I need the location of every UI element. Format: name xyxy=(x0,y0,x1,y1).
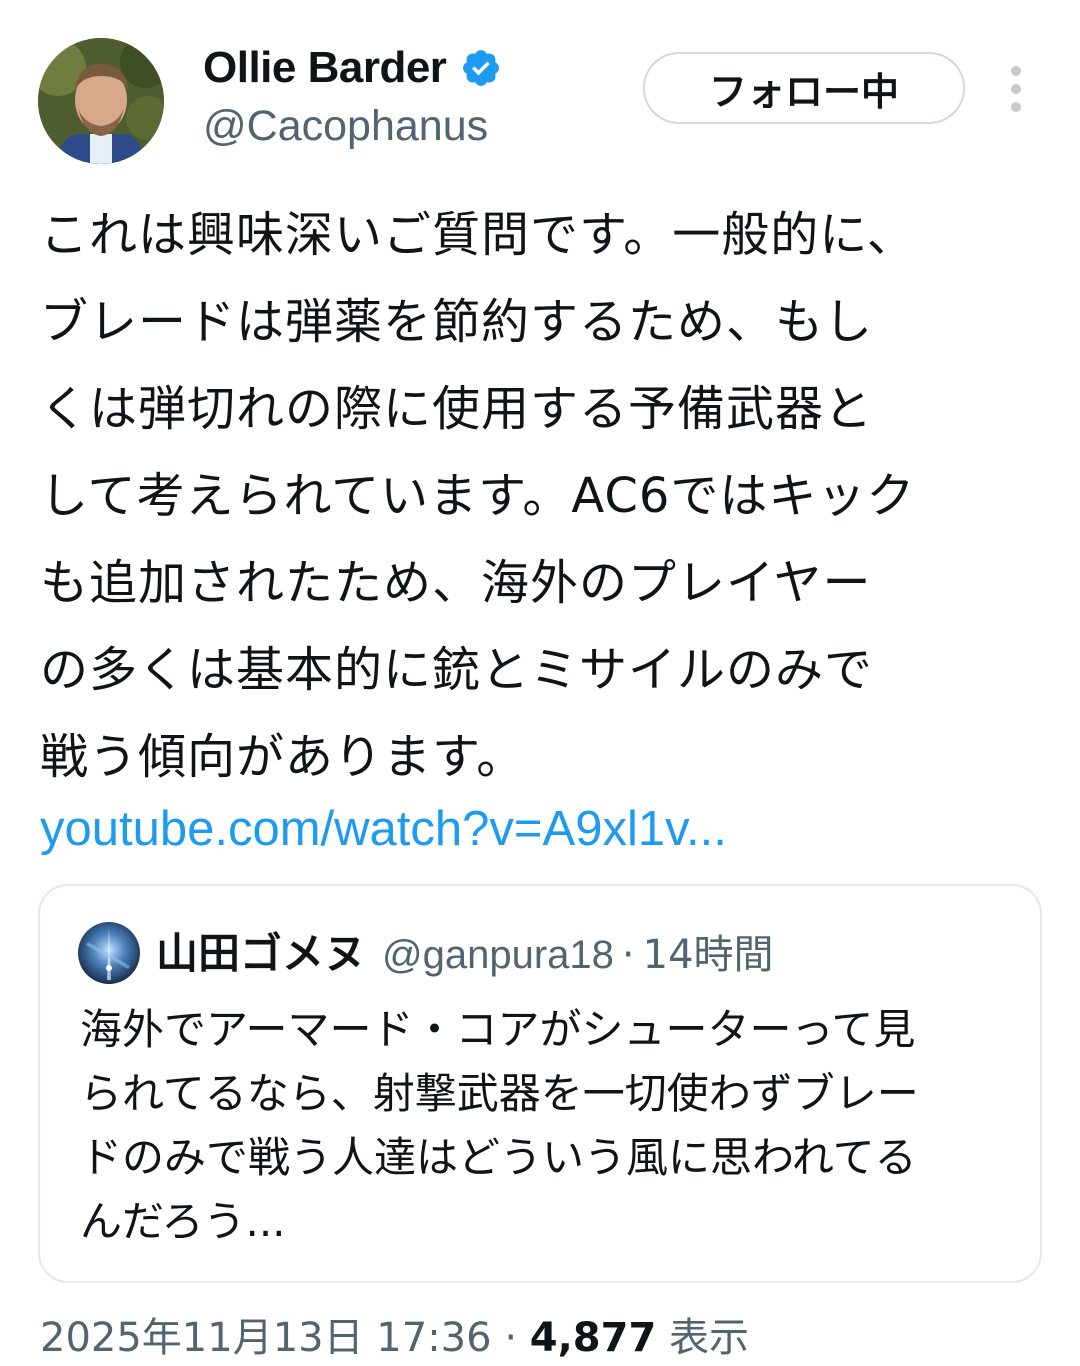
verified-badge-icon xyxy=(463,50,500,86)
quoted-tweet-header: 山田ゴメヌ @ganpura18 · 14時間 xyxy=(156,924,774,985)
tweet-meta: 2025年11月13日 17:36 · 4,877 表示 xyxy=(40,1310,749,1366)
views-label: 表示 xyxy=(669,1315,749,1361)
tweet-body-text: これは興味深いご質問です。一般的に、 ブレードは弾薬を節約するため、もし くは弾… xyxy=(40,207,916,785)
author-avatar[interactable] xyxy=(38,38,164,164)
quoted-separator: · xyxy=(621,932,635,978)
following-button[interactable]: フォロー中 xyxy=(643,52,965,124)
author-display-name[interactable]: Ollie Barder xyxy=(203,40,447,96)
views-count: 4,877 xyxy=(529,1315,657,1361)
more-options-icon[interactable] xyxy=(996,62,1036,118)
meta-separator: · xyxy=(504,1315,518,1361)
author-name-row: Ollie Barder xyxy=(203,40,502,96)
author-handle[interactable]: @Cacophanus xyxy=(203,98,488,154)
quoted-tweet-card[interactable]: 山田ゴメヌ @ganpura18 · 14時間 海外でアーマード・コアがシュータ… xyxy=(38,884,1042,1283)
tweet-link[interactable]: youtube.com/watch?v=A9xl1v... xyxy=(40,786,727,873)
quoted-tweet-text: 海外でアーマード・コアがシューターって見 られてるなら、射撃武器を一切使わずブレ… xyxy=(80,1005,919,1246)
quoted-author-handle[interactable]: @ganpura18 xyxy=(382,925,614,985)
quoted-author-name[interactable]: 山田ゴメヌ xyxy=(156,924,366,984)
quoted-timestamp[interactable]: 14時間 xyxy=(643,925,774,985)
tweet-timestamp[interactable]: 2025年11月13日 17:36 xyxy=(40,1315,492,1361)
quoted-author-avatar[interactable] xyxy=(78,922,140,984)
